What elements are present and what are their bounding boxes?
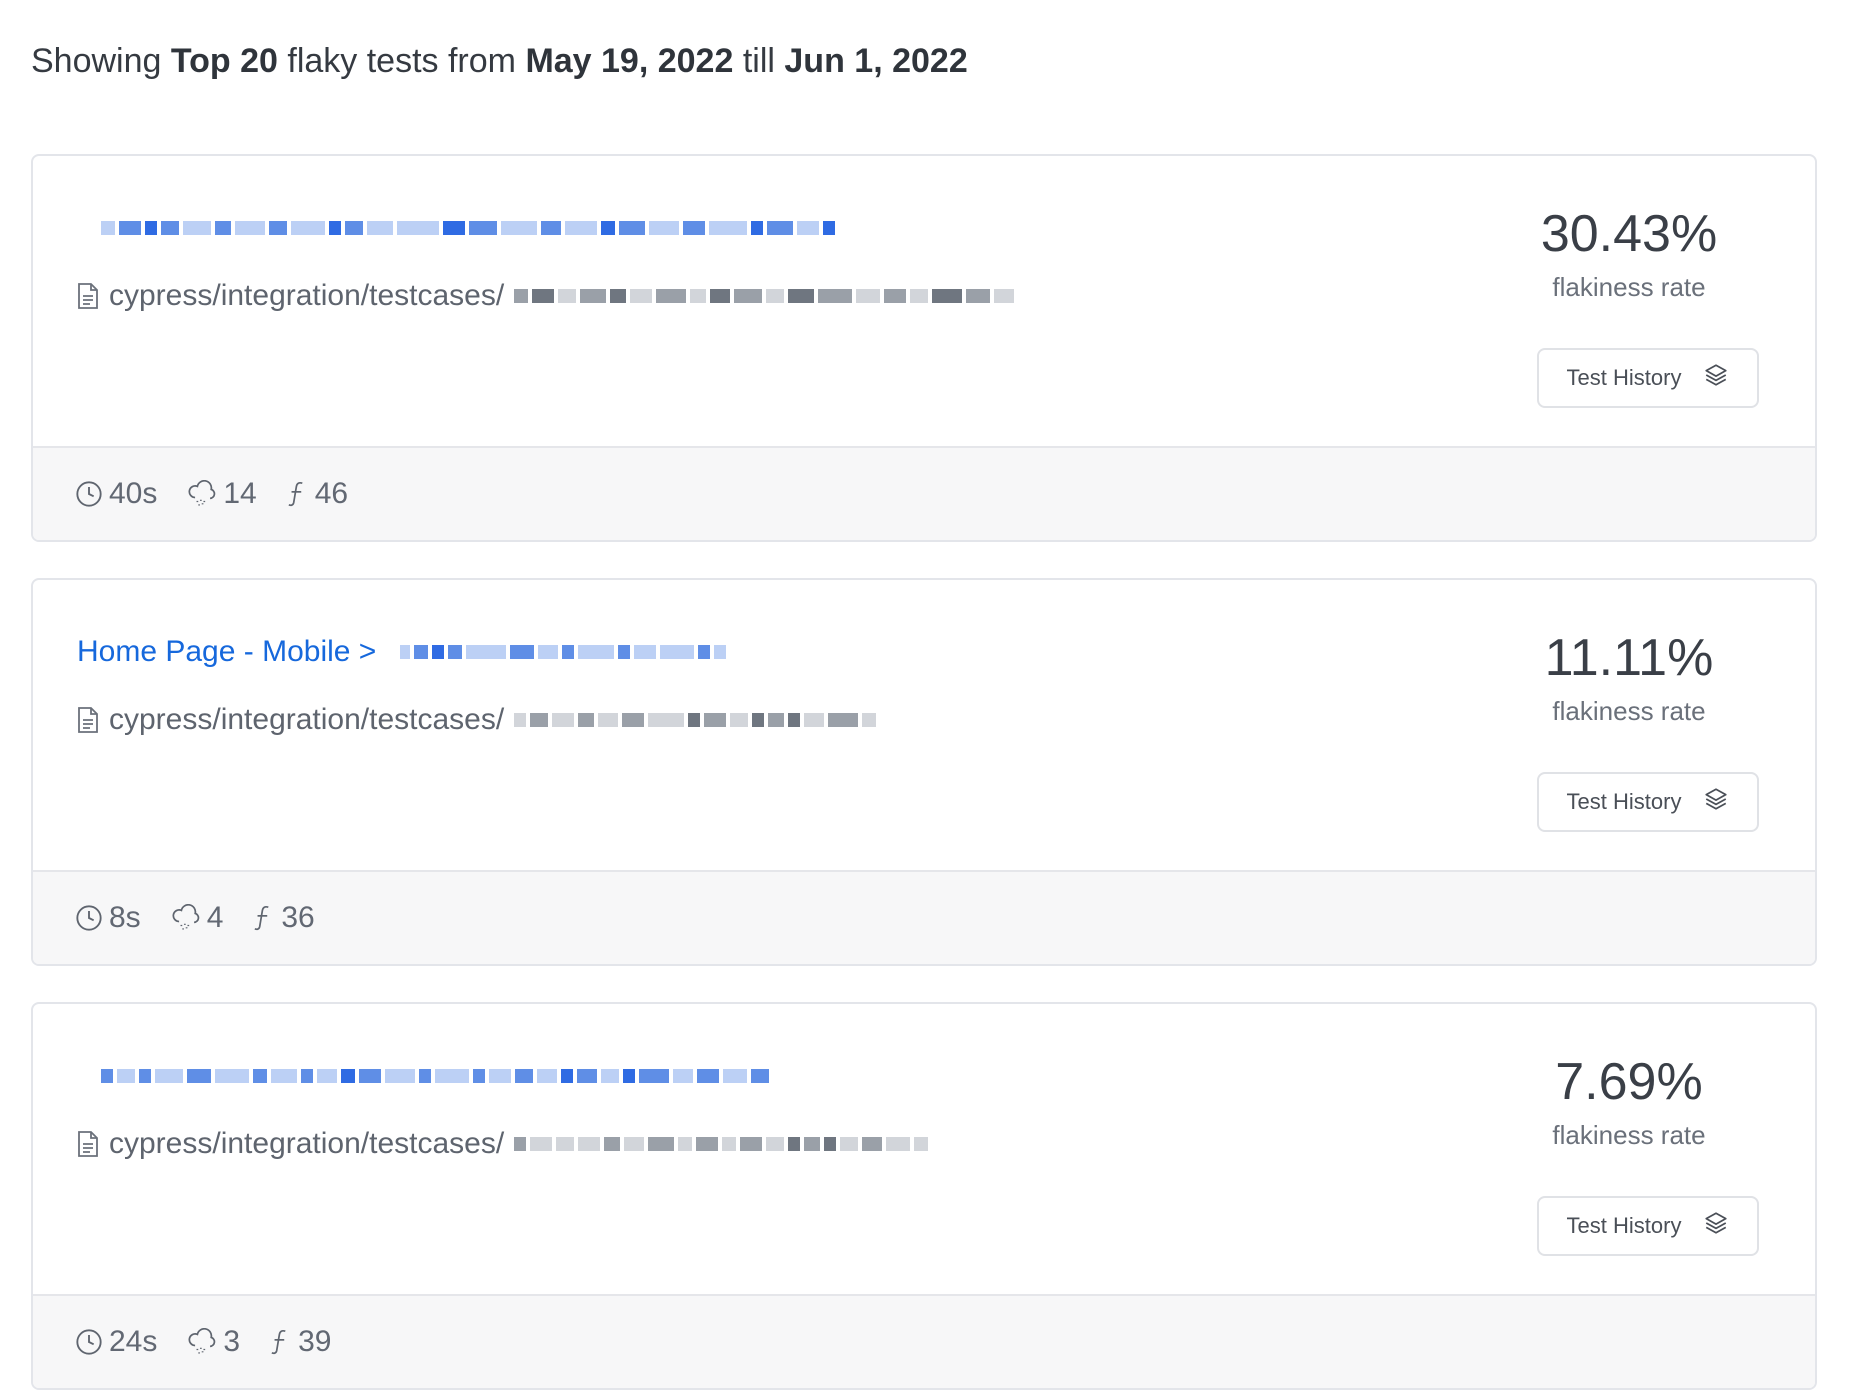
duration-value: 40s xyxy=(109,477,158,510)
file-text-icon xyxy=(77,282,99,310)
function-count-stat: 39 xyxy=(270,1325,331,1359)
cloud-drizzle-icon xyxy=(171,904,201,932)
summary-middle: flaky tests from xyxy=(287,42,516,80)
test-title-row[interactable] xyxy=(77,1056,773,1096)
function-count-stat: 46 xyxy=(287,477,348,511)
duration-stat: 24s xyxy=(75,1325,157,1359)
redacted-file-path xyxy=(514,1131,932,1157)
flakiness-rate-label: flakiness rate xyxy=(1552,696,1706,726)
flaky-count-stat: 14 xyxy=(187,477,257,511)
redacted-test-title[interactable] xyxy=(400,639,730,665)
test-file-path: cypress/integration/testcases/ xyxy=(109,279,505,312)
flakiness-rate-block: 11.11% flakiness rate xyxy=(1499,628,1759,727)
test-history-label: Test History xyxy=(1566,789,1682,814)
function-count-value: 39 xyxy=(298,1325,332,1358)
test-stats-footer: 40s 14 46 xyxy=(33,446,1815,540)
summary-count: Top 20 xyxy=(170,42,278,80)
flaky-count-value: 14 xyxy=(223,477,257,510)
function-count-value: 36 xyxy=(281,901,315,934)
redacted-test-title[interactable] xyxy=(101,215,839,241)
layers-icon xyxy=(1703,1210,1729,1242)
summary-start-date: May 19, 2022 xyxy=(525,42,734,80)
flakiness-rate-value: 11.11% xyxy=(1544,629,1714,687)
test-title-row[interactable]: Home Page - Mobile > xyxy=(77,632,730,672)
redacted-test-title[interactable] xyxy=(101,1063,773,1089)
flaky-test-card: Home Page - Mobile > cypress/integration… xyxy=(31,578,1817,966)
redacted-file-path xyxy=(514,283,1018,309)
clock-icon xyxy=(75,480,103,508)
flaky-tests-page: Showing Top 20 flaky tests from May 19, … xyxy=(0,0,1852,1390)
duration-value: 8s xyxy=(109,901,141,934)
function-count-stat: 36 xyxy=(253,901,315,935)
summary-till: till xyxy=(742,42,775,80)
flaky-count-value: 3 xyxy=(223,1325,241,1358)
cloud-drizzle-icon xyxy=(187,1328,217,1356)
test-file-path: cypress/integration/testcases/ xyxy=(109,1127,505,1160)
test-stats-footer: 24s 3 39 xyxy=(33,1294,1815,1388)
summary-end-date: Jun 1, 2022 xyxy=(784,42,968,80)
flakiness-rate-block: 30.43% flakiness rate xyxy=(1499,204,1759,303)
clock-icon xyxy=(75,1328,103,1356)
duration-value: 24s xyxy=(109,1325,158,1358)
function-icon xyxy=(287,480,309,508)
test-history-label: Test History xyxy=(1566,1213,1682,1238)
flakiness-rate-label: flakiness rate xyxy=(1552,272,1706,302)
flakiness-rate-value: 7.69% xyxy=(1555,1053,1703,1111)
test-history-button[interactable]: Test History xyxy=(1537,1196,1759,1256)
summary-prefix: Showing xyxy=(31,42,162,80)
flaky-count-stat: 3 xyxy=(187,1325,240,1359)
test-history-button[interactable]: Test History xyxy=(1537,348,1759,408)
layers-icon xyxy=(1703,362,1729,394)
function-icon xyxy=(270,1328,292,1356)
test-file-path: cypress/integration/testcases/ xyxy=(109,703,505,736)
test-history-label: Test History xyxy=(1566,365,1682,390)
flakiness-rate-block: 7.69% flakiness rate xyxy=(1499,1052,1759,1151)
test-title-link[interactable]: Home Page - Mobile > xyxy=(77,635,376,669)
layers-icon xyxy=(1703,786,1729,818)
test-history-button[interactable]: Test History xyxy=(1537,772,1759,832)
duration-stat: 8s xyxy=(75,901,141,935)
test-file-path-row: cypress/integration/testcases/ xyxy=(77,700,880,740)
flaky-test-card: cypress/integration/testcases/ 7.69% fla… xyxy=(31,1002,1817,1390)
flaky-test-card: cypress/integration/testcases/ 30.43% fl… xyxy=(31,154,1817,542)
test-file-path-row: cypress/integration/testcases/ xyxy=(77,1124,932,1164)
flaky-count-stat: 4 xyxy=(171,901,224,935)
duration-stat: 40s xyxy=(75,477,157,511)
function-count-value: 46 xyxy=(314,477,349,510)
file-text-icon xyxy=(77,706,99,734)
cloud-drizzle-icon xyxy=(187,480,217,508)
flaky-count-value: 4 xyxy=(206,901,224,934)
flakiness-rate-label: flakiness rate xyxy=(1552,1120,1706,1150)
function-icon xyxy=(253,904,275,932)
test-file-path-row: cypress/integration/testcases/ xyxy=(77,276,1018,316)
redacted-file-path xyxy=(514,707,880,733)
test-title-row[interactable] xyxy=(77,208,839,248)
clock-icon xyxy=(75,904,103,932)
summary-text: Showing Top 20 flaky tests from May 19, … xyxy=(31,42,968,81)
test-stats-footer: 8s 4 36 xyxy=(33,870,1815,964)
file-text-icon xyxy=(77,1130,99,1158)
flakiness-rate-value: 30.43% xyxy=(1540,205,1718,263)
